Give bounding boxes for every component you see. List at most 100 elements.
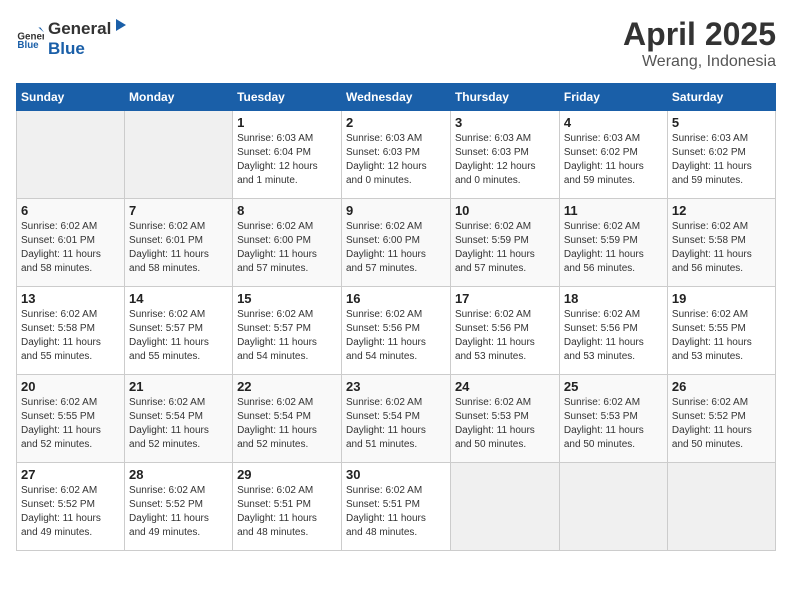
- day-info: Sunrise: 6:02 AM Sunset: 5:58 PM Dayligh…: [672, 220, 771, 276]
- calendar-cell: 15 Sunrise: 6:02 AM Sunset: 5:57 PM Dayli…: [233, 287, 342, 375]
- calendar-cell: 22 Sunrise: 6:02 AM Sunset: 5:54 PM Dayli…: [233, 375, 342, 463]
- calendar-cell: 10 Sunrise: 6:02 AM Sunset: 5:59 PM Dayli…: [450, 199, 559, 287]
- calendar-cell: 23 Sunrise: 6:02 AM Sunset: 5:54 PM Dayli…: [342, 375, 451, 463]
- day-number: 12: [672, 203, 771, 218]
- day-number: 14: [129, 291, 228, 306]
- day-info: Sunrise: 6:03 AM Sunset: 6:04 PM Dayligh…: [237, 132, 337, 188]
- day-info: Sunrise: 6:03 AM Sunset: 6:02 PM Dayligh…: [564, 132, 663, 188]
- day-info: Sunrise: 6:02 AM Sunset: 5:56 PM Dayligh…: [564, 308, 663, 364]
- day-number: 30: [346, 467, 446, 482]
- calendar-cell: 7 Sunrise: 6:02 AM Sunset: 6:01 PM Daylig…: [125, 199, 233, 287]
- day-number: 8: [237, 203, 337, 218]
- calendar-week-row: 1 Sunrise: 6:03 AM Sunset: 6:04 PM Daylig…: [17, 111, 776, 199]
- day-info: Sunrise: 6:03 AM Sunset: 6:03 PM Dayligh…: [455, 132, 555, 188]
- calendar-week-row: 6 Sunrise: 6:02 AM Sunset: 6:01 PM Daylig…: [17, 199, 776, 287]
- calendar-cell: 26Sunrise: 6:02 AM Sunset: 5:52 PM Dayli…: [667, 375, 775, 463]
- day-number: 29: [237, 467, 337, 482]
- calendar-cell: [450, 463, 559, 551]
- calendar-cell: 28Sunrise: 6:02 AM Sunset: 5:52 PM Dayli…: [125, 463, 233, 551]
- calendar-cell: 13 Sunrise: 6:02 AM Sunset: 5:58 PM Dayli…: [17, 287, 125, 375]
- day-info: Sunrise: 6:02 AM Sunset: 5:57 PM Dayligh…: [129, 308, 228, 364]
- calendar-cell: 3Sunrise: 6:03 AM Sunset: 6:03 PM Daylig…: [450, 111, 559, 199]
- logo-icon: General Blue: [16, 24, 44, 52]
- day-info: Sunrise: 6:02 AM Sunset: 5:58 PM Dayligh…: [21, 308, 120, 364]
- logo-blue-text: Blue: [48, 39, 85, 58]
- month-year-title: April 2025: [623, 16, 776, 53]
- day-info: Sunrise: 6:02 AM Sunset: 6:00 PM Dayligh…: [237, 220, 337, 276]
- day-info: Sunrise: 6:02 AM Sunset: 5:59 PM Dayligh…: [455, 220, 555, 276]
- day-number: 18: [564, 291, 663, 306]
- logo: General Blue General Blue: [16, 16, 131, 59]
- weekday-header-friday: Friday: [559, 84, 667, 111]
- svg-text:Blue: Blue: [17, 39, 39, 50]
- day-info: Sunrise: 6:02 AM Sunset: 5:51 PM Dayligh…: [237, 484, 337, 540]
- day-info: Sunrise: 6:02 AM Sunset: 5:51 PM Dayligh…: [346, 484, 446, 540]
- day-number: 13: [21, 291, 120, 306]
- calendar-cell: 16 Sunrise: 6:02 AM Sunset: 5:56 PM Dayli…: [342, 287, 451, 375]
- day-info: Sunrise: 6:02 AM Sunset: 5:54 PM Dayligh…: [346, 396, 446, 452]
- day-number: 2: [346, 115, 446, 130]
- calendar-cell: 4 Sunrise: 6:03 AM Sunset: 6:02 PM Daylig…: [559, 111, 667, 199]
- weekday-header-row: SundayMondayTuesdayWednesdayThursdayFrid…: [17, 84, 776, 111]
- calendar-cell: [559, 463, 667, 551]
- calendar-cell: [17, 111, 125, 199]
- day-number: 7: [129, 203, 228, 218]
- header: General Blue General Blue April 2025 Wer…: [16, 16, 776, 71]
- day-info: Sunrise: 6:02 AM Sunset: 5:52 PM Dayligh…: [129, 484, 228, 540]
- weekday-header-thursday: Thursday: [450, 84, 559, 111]
- calendar-table: SundayMondayTuesdayWednesdayThursdayFrid…: [16, 83, 776, 551]
- calendar-cell: 27 Sunrise: 6:02 AM Sunset: 5:52 PM Dayli…: [17, 463, 125, 551]
- calendar-cell: 14 Sunrise: 6:02 AM Sunset: 5:57 PM Dayli…: [125, 287, 233, 375]
- calendar-cell: 18 Sunrise: 6:02 AM Sunset: 5:56 PM Dayli…: [559, 287, 667, 375]
- day-number: 5: [672, 115, 771, 130]
- day-info: Sunrise: 6:02 AM Sunset: 5:57 PM Dayligh…: [237, 308, 337, 364]
- day-number: 10: [455, 203, 555, 218]
- calendar-cell: 29 Sunrise: 6:02 AM Sunset: 5:51 PM Dayli…: [233, 463, 342, 551]
- day-info: Sunrise: 6:02 AM Sunset: 5:59 PM Dayligh…: [564, 220, 663, 276]
- calendar-cell: 30 Sunrise: 6:02 AM Sunset: 5:51 PM Dayli…: [342, 463, 451, 551]
- day-info: Sunrise: 6:02 AM Sunset: 5:55 PM Dayligh…: [672, 308, 771, 364]
- day-number: 15: [237, 291, 337, 306]
- day-number: 4: [564, 115, 663, 130]
- calendar-cell: 9 Sunrise: 6:02 AM Sunset: 6:00 PM Daylig…: [342, 199, 451, 287]
- weekday-header-monday: Monday: [125, 84, 233, 111]
- day-info: Sunrise: 6:02 AM Sunset: 5:54 PM Dayligh…: [237, 396, 337, 452]
- calendar-cell: [125, 111, 233, 199]
- calendar-week-row: 13 Sunrise: 6:02 AM Sunset: 5:58 PM Dayli…: [17, 287, 776, 375]
- day-number: 1: [237, 115, 337, 130]
- day-number: 22: [237, 379, 337, 394]
- calendar-cell: 12 Sunrise: 6:02 AM Sunset: 5:58 PM Dayli…: [667, 199, 775, 287]
- title-area: April 2025 Werang, Indonesia: [623, 16, 776, 71]
- day-info: Sunrise: 6:02 AM Sunset: 5:52 PM Dayligh…: [672, 396, 771, 452]
- calendar-cell: 17 Sunrise: 6:02 AM Sunset: 5:56 PM Dayli…: [450, 287, 559, 375]
- calendar-cell: 2 Sunrise: 6:03 AM Sunset: 6:03 PM Daylig…: [342, 111, 451, 199]
- day-info: Sunrise: 6:02 AM Sunset: 6:01 PM Dayligh…: [21, 220, 120, 276]
- day-info: Sunrise: 6:02 AM Sunset: 5:52 PM Dayligh…: [21, 484, 120, 540]
- day-number: 20: [21, 379, 120, 394]
- calendar-cell: [667, 463, 775, 551]
- day-number: 27: [21, 467, 120, 482]
- logo-arrow-icon: [112, 16, 130, 34]
- day-info: Sunrise: 6:03 AM Sunset: 6:02 PM Dayligh…: [672, 132, 771, 188]
- day-number: 25: [564, 379, 663, 394]
- calendar-cell: 11 Sunrise: 6:02 AM Sunset: 5:59 PM Dayli…: [559, 199, 667, 287]
- day-info: Sunrise: 6:02 AM Sunset: 6:00 PM Dayligh…: [346, 220, 446, 276]
- day-info: Sunrise: 6:02 AM Sunset: 5:53 PM Dayligh…: [564, 396, 663, 452]
- day-number: 11: [564, 203, 663, 218]
- day-info: Sunrise: 6:03 AM Sunset: 6:03 PM Dayligh…: [346, 132, 446, 188]
- day-number: 9: [346, 203, 446, 218]
- calendar-cell: 21Sunrise: 6:02 AM Sunset: 5:54 PM Dayli…: [125, 375, 233, 463]
- day-info: Sunrise: 6:02 AM Sunset: 5:56 PM Dayligh…: [455, 308, 555, 364]
- day-number: 23: [346, 379, 446, 394]
- logo-general-text: General: [48, 19, 111, 39]
- weekday-header-saturday: Saturday: [667, 84, 775, 111]
- day-info: Sunrise: 6:02 AM Sunset: 6:01 PM Dayligh…: [129, 220, 228, 276]
- day-number: 6: [21, 203, 120, 218]
- day-number: 16: [346, 291, 446, 306]
- day-number: 24: [455, 379, 555, 394]
- day-info: Sunrise: 6:02 AM Sunset: 5:56 PM Dayligh…: [346, 308, 446, 364]
- day-info: Sunrise: 6:02 AM Sunset: 5:53 PM Dayligh…: [455, 396, 555, 452]
- weekday-header-wednesday: Wednesday: [342, 84, 451, 111]
- calendar-cell: 5 Sunrise: 6:03 AM Sunset: 6:02 PM Daylig…: [667, 111, 775, 199]
- day-number: 17: [455, 291, 555, 306]
